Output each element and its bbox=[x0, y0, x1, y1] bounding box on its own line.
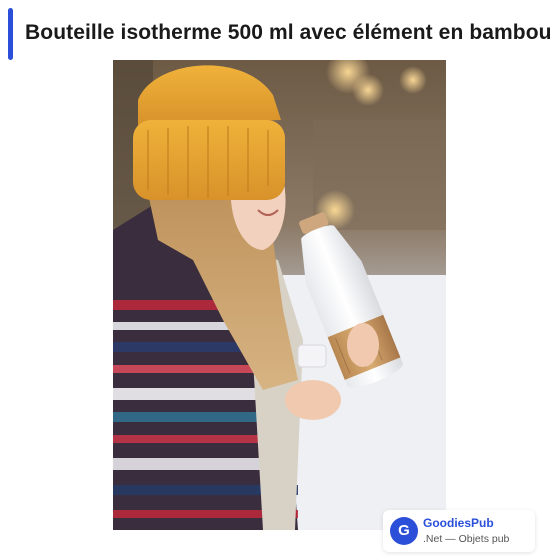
brand-name: GoodiesPub bbox=[423, 516, 494, 530]
product-image-viewer: Bouteille isotherme 500 ml avec élément … bbox=[0, 0, 560, 560]
brand-tagline: .Net — Objets pub bbox=[423, 533, 510, 545]
brand-logo-icon: G bbox=[390, 517, 418, 545]
product-title-bar: Bouteille isotherme 500 ml avec élément … bbox=[0, 8, 560, 60]
title-accent-bar bbox=[8, 8, 13, 60]
brand-watermark[interactable]: G GoodiesPub .Net — Objets pub bbox=[383, 510, 535, 552]
product-title: Bouteille isotherme 500 ml avec élément … bbox=[25, 21, 552, 44]
product-photo[interactable] bbox=[113, 60, 446, 530]
